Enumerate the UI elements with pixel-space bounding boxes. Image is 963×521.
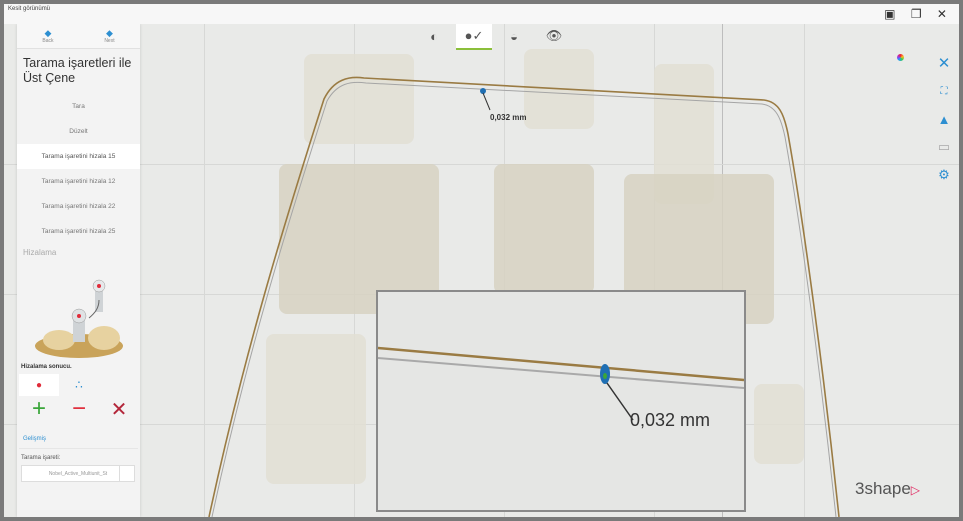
chevron-down-icon[interactable] — [119, 466, 134, 481]
upper-jaw-icon[interactable]: ◒ — [496, 24, 532, 48]
add-point-icon[interactable]: + — [19, 395, 59, 422]
step-item-current[interactable]: Tarama işaretini hizala 15 — [17, 144, 140, 169]
app-window: Kesit görünümü ▣ ❐ ✕ 0,032 mm 0,032 mm ◐… — [4, 4, 959, 517]
gear-icon[interactable]: ⚙ — [935, 166, 953, 184]
brand-logo: 3shape▷ — [855, 479, 920, 499]
jaw-scan-icon[interactable]: ◐ — [416, 24, 452, 48]
window-controls[interactable]: ▣ ❐ ✕ — [884, 7, 953, 21]
eye-icon[interactable]: 👁 — [536, 24, 572, 48]
color-wheel-icon[interactable] — [897, 54, 904, 61]
section-label: Hizalama — [23, 248, 57, 257]
measurement-label: 0,032 mm — [490, 113, 527, 122]
arrow-left-icon: ◆ — [44, 27, 52, 38]
workflow-panel: ◆ Back ◆ Next Tarama işaretleri ile Üst Çe… — [17, 24, 140, 517]
3d-viewport[interactable]: 0,032 mm 0,032 mm ◐ ●✓ ◒ 👁 ✕ ⛶ ▲ ▭ ⚙ 3sh… — [4, 24, 959, 517]
advanced-toggle[interactable]: Gelişmiş — [19, 422, 138, 449]
step-item[interactable]: Tarama işaretini hizala 25 — [17, 219, 140, 244]
view-toolbar: ◐ ●✓ ◒ 👁 — [416, 24, 572, 50]
arrow-right-icon: ◆ — [105, 27, 113, 38]
right-toolbar: ✕ ⛶ ▲ ▭ ⚙ — [933, 54, 955, 184]
remove-point-icon[interactable]: − — [59, 395, 99, 422]
zoom-inset: 0,032 mm — [376, 290, 746, 512]
alignment-modes: ● ∴ + − ✕ — [17, 374, 140, 422]
window-title: Kesit görünümü — [8, 6, 51, 12]
marker-value: Nobel_Active_Multiunit_St — [48, 470, 108, 477]
result-label: Hizalama sonucu. — [21, 364, 72, 370]
single-point-icon[interactable]: ● — [19, 374, 59, 396]
implant-illustration-icon — [34, 279, 123, 358]
lower-jaw-icon[interactable]: ●✓ — [456, 24, 492, 50]
logo-text: 3shape — [855, 479, 911, 498]
logo-mark-icon: ▷ — [910, 483, 921, 497]
next-button[interactable]: ◆ Next — [104, 27, 115, 44]
marker-label: Tarama işareti: — [21, 455, 61, 461]
fullscreen-icon[interactable]: ⛶ — [935, 82, 953, 100]
screenshot-icon[interactable]: ▭ — [935, 138, 953, 156]
close-icon[interactable]: ✕ — [935, 54, 953, 72]
next-label: Next — [104, 37, 115, 44]
marker-select[interactable]: Nobel_Active_Multiunit_St — [21, 465, 135, 482]
zoom-curve — [378, 346, 744, 421]
step-item[interactable]: Tarama işaretini hizala 22 — [17, 194, 140, 219]
step-item[interactable]: Düzelt — [17, 119, 140, 144]
clear-points-icon[interactable]: ✕ — [99, 396, 139, 422]
three-point-icon[interactable]: ∴ — [59, 374, 99, 396]
panel-title: Tarama işaretleri ile Üst Çene — [23, 56, 132, 85]
nav-bar: ◆ Back ◆ Next — [17, 24, 140, 49]
measurement-label-zoom: 0,032 mm — [630, 410, 711, 430]
triangle-tool-icon[interactable]: ▲ — [935, 110, 953, 128]
step-item[interactable]: Tara — [17, 94, 140, 119]
step-item[interactable]: Tarama işaretini hizala 12 — [17, 169, 140, 194]
title-bar: Kesit görünümü ▣ ❐ ✕ — [4, 4, 959, 24]
back-label: Back — [42, 37, 54, 44]
alignment-illustration — [29, 278, 129, 358]
back-button[interactable]: ◆ Back — [42, 27, 54, 44]
